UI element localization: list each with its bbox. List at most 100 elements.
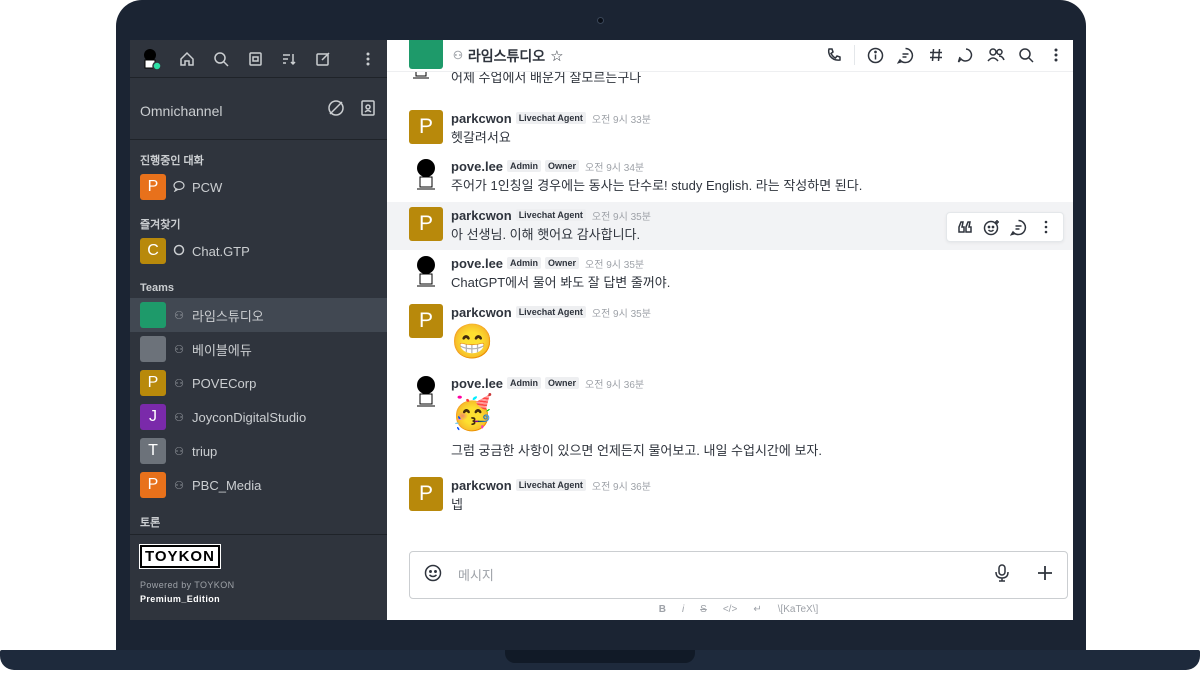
message-username[interactable]: pove.lee <box>451 159 503 174</box>
avatar <box>409 158 443 192</box>
message-item[interactable]: P parkcwon Livechat Agent 오전 9시 36분 넵 <box>387 477 1073 521</box>
circle-icon <box>172 244 186 259</box>
message-actions-toolbar <box>946 212 1064 242</box>
message-text: 주어가 1인칭일 경우에는 동사는 단수로! study English. 라는… <box>451 178 863 193</box>
sidebar-footer: TOYKON Powered by TOYKON Premium_Edition <box>130 534 387 620</box>
chat-main: ⚇ 라임스튜디오 ☆ 어제 수업에서 배운거 잘모르는구나 P parkcwon… <box>387 40 1073 620</box>
message-username[interactable]: parkcwon <box>451 111 512 126</box>
section-discussion: 토론 <box>140 516 161 529</box>
microphone-icon[interactable] <box>995 563 1009 587</box>
sidebar-item-triup[interactable]: T ⚇ triup <box>130 434 387 468</box>
role-badge: Admin <box>507 257 542 269</box>
section-in-progress: 진행중인 대화 <box>140 154 204 167</box>
sidebar-item-label: JoyconDigitalStudio <box>192 409 307 425</box>
message-time: 오전 9시 36분 <box>585 379 645 391</box>
omnichannel-off-icon[interactable] <box>327 99 345 122</box>
sidebar-item-pbc-media[interactable]: P ⚇ PBC_Media <box>130 468 387 502</box>
message-item[interactable]: P parkcwon Livechat Agent 오전 9시 35분 😁 <box>387 304 1073 370</box>
threads-icon[interactable] <box>896 46 915 65</box>
discussion-icon[interactable] <box>956 46 975 65</box>
message-input[interactable] <box>458 567 995 583</box>
star-icon[interactable]: ☆ <box>550 47 563 65</box>
section-favorites: 즐겨찾기 <box>140 218 181 231</box>
plus-icon[interactable] <box>1037 565 1053 586</box>
avatar: T <box>140 438 166 464</box>
message-text: 헷갈려서요 <box>451 130 511 145</box>
message-username[interactable]: parkcwon <box>451 478 512 493</box>
room-title: ⚇ 라임스튜디오 ☆ <box>453 46 564 66</box>
avatar <box>409 255 443 289</box>
message-text: 넵 <box>451 497 463 512</box>
kebab-icon[interactable] <box>1046 46 1065 65</box>
channels-icon[interactable] <box>926 46 945 65</box>
avatar: P <box>409 207 443 241</box>
message-username[interactable]: pove.lee <box>451 376 503 391</box>
bold-button[interactable]: B <box>659 604 666 615</box>
contact-center-icon[interactable] <box>359 99 377 122</box>
members-icon[interactable] <box>986 46 1005 65</box>
omnichannel-title: Omnichannel <box>140 102 223 119</box>
directory-icon[interactable] <box>246 50 264 68</box>
avatar <box>140 336 166 362</box>
sidebar-item-chatgtp[interactable]: C Chat.GTP <box>130 234 387 268</box>
sidebar-item-limestudio[interactable]: ⚇ 라임스튜디오 <box>130 298 387 332</box>
search-icon[interactable] <box>1016 46 1035 65</box>
sidebar-item-label: POVECorp <box>192 375 257 391</box>
message-emoji: 🥳 <box>451 394 494 432</box>
role-badge: Livechat Agent <box>515 209 586 221</box>
brand-logo: TOYKON <box>139 544 221 569</box>
sidebar-item-babeledu[interactable]: ⚇ 베이블에듀 <box>130 332 387 366</box>
info-icon[interactable] <box>866 46 885 65</box>
livechat-icon <box>172 180 186 195</box>
role-badge: Livechat Agent <box>515 306 586 318</box>
message-username[interactable]: parkcwon <box>451 305 512 320</box>
avatar <box>140 302 166 328</box>
sidebar-item-pcw[interactable]: P PCW <box>130 170 387 204</box>
kebab-icon[interactable] <box>1037 218 1055 236</box>
message-time: 오전 9시 33분 <box>591 114 651 126</box>
room-name: 라임스튜디오 <box>467 47 546 64</box>
reply-thread-icon[interactable] <box>1010 218 1028 236</box>
section-teams: Teams <box>140 281 175 294</box>
home-icon[interactable] <box>178 50 196 68</box>
katex-button[interactable]: \[KaTeX\] <box>778 604 819 615</box>
search-icon[interactable] <box>212 50 230 68</box>
role-badge: Owner <box>545 377 580 389</box>
laptop-notch <box>505 650 695 663</box>
phone-icon[interactable] <box>824 46 843 65</box>
team-icon: ⚇ <box>174 377 184 390</box>
message-username[interactable]: parkcwon <box>451 208 512 223</box>
team-icon: ⚇ <box>174 343 184 356</box>
formatting-toolbar: B i S </> ↵ \[KaTeX\] <box>409 602 1068 616</box>
code-button[interactable]: </> <box>723 604 737 615</box>
strike-button[interactable]: S <box>700 604 707 615</box>
message-item[interactable]: pove.lee Admin Owner 오전 9시 35분 ChatGPT에서… <box>387 255 1073 299</box>
kebab-icon[interactable] <box>359 50 377 68</box>
quote-icon[interactable] <box>956 218 974 236</box>
write-icon[interactable] <box>314 50 332 68</box>
team-icon: ⚇ <box>174 445 184 458</box>
avatar: P <box>409 477 443 511</box>
camera-dot <box>597 17 604 24</box>
sidebar-item-label: PBC_Media <box>192 477 262 493</box>
italic-button[interactable]: i <box>682 604 684 615</box>
message-item[interactable]: P parkcwon Livechat Agent 오전 9시 33분 헷갈려서… <box>387 110 1073 154</box>
message-item[interactable]: pove.lee Admin Owner 오전 9시 34분 주어가 1인칭일 … <box>387 158 1073 202</box>
sort-icon[interactable] <box>280 50 298 68</box>
user-avatar[interactable] <box>140 48 162 71</box>
message-item[interactable]: 어제 수업에서 배운거 잘모르는구나 <box>387 72 1073 100</box>
sidebar-item-povecorp[interactable]: P ⚇ POVECorp <box>130 366 387 400</box>
message-username[interactable]: pove.lee <box>451 256 503 271</box>
avatar <box>409 72 443 80</box>
header-toolbar <box>824 45 1065 65</box>
multiline-button[interactable]: ↵ <box>753 604 761 615</box>
message-item[interactable]: pove.lee Admin Owner 오전 9시 36분 🥳 그럼 궁금한 … <box>387 375 1073 475</box>
avatar <box>409 375 443 409</box>
role-badge: Livechat Agent <box>515 479 586 491</box>
role-badge: Livechat Agent <box>515 112 586 124</box>
emoji-picker-icon[interactable] <box>424 564 442 587</box>
message-list: 어제 수업에서 배운거 잘모르는구나 P parkcwon Livechat A… <box>387 72 1073 548</box>
sidebar-item-label: PCW <box>192 179 223 195</box>
sidebar-item-joycondigitalstudio[interactable]: J ⚇ JoyconDigitalStudio <box>130 400 387 434</box>
add-reaction-icon[interactable] <box>983 218 1001 236</box>
